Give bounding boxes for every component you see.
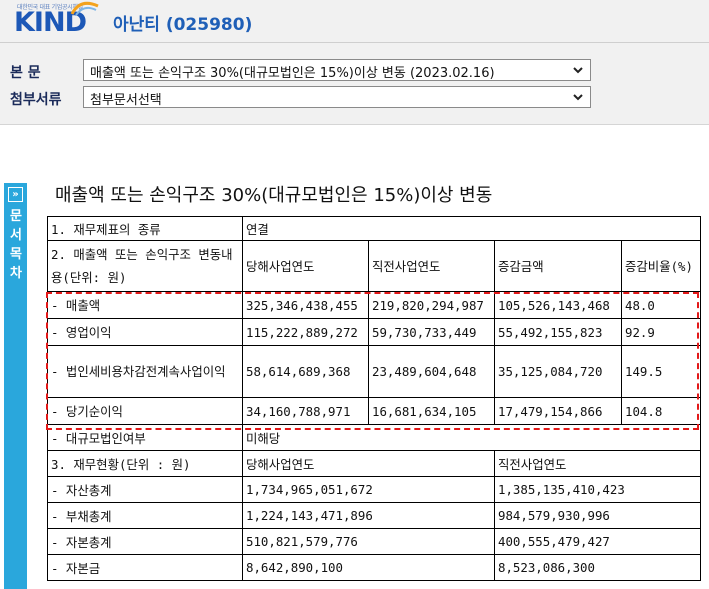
table-header-cell: 증감비율(%) [621, 240, 701, 292]
table-cell-value: 8,642,890,100 [242, 554, 495, 581]
table-cell-label: 3. 재무현황(단위 : 원) [47, 450, 243, 477]
table-row: 1. 재무제표의 종류 연결 [47, 216, 701, 241]
table-cell-value: 105,526,143,468 [494, 291, 622, 319]
attachment-label: 첨부서류 [10, 92, 62, 108]
table-cell-label: - 영업이익 [47, 318, 243, 346]
table-cell-value: 48.0 [621, 291, 701, 319]
table-cell-value: 59,730,733,449 [368, 318, 495, 346]
table-cell-value: 8,523,086,300 [494, 554, 701, 581]
table-cell-value: 325,346,438,455 [242, 291, 369, 319]
header-divider [0, 42, 709, 43]
table-row: - 당기순이익 34,160,788,971 16,681,634,105 17… [47, 397, 701, 425]
table-cell-label: - 자본총계 [47, 528, 243, 555]
table-cell-label: - 부채총계 [47, 502, 243, 529]
table-row: - 매출액 325,346,438,455 219,820,294,987 10… [47, 291, 701, 319]
table-cell-value: 34,160,788,971 [242, 397, 369, 425]
table-cell-label: - 매출액 [47, 291, 243, 319]
table-cell-value: 115,222,889,272 [242, 318, 369, 346]
table-cell-value: 984,579,930,996 [494, 502, 701, 529]
table-cell-label: - 자본금 [47, 554, 243, 581]
table-cell-value: 연결 [242, 216, 701, 241]
table-row: - 부채총계 1,224,143,471,896 984,579,930,996 [47, 502, 701, 529]
attachment-select-value: 첨부문서선택 [90, 93, 162, 108]
table-cell-value: 16,681,634,105 [368, 397, 495, 425]
table-cell-value: 1,734,965,051,672 [242, 476, 495, 503]
table-header-cell: 직전사업연도 [494, 450, 701, 477]
table-cell-value: 510,821,579,776 [242, 528, 495, 555]
table-cell-label: - 자산총계 [47, 476, 243, 503]
table-cell-label: 2. 매출액 또는 손익구조 변동내용(단위: 원) [47, 240, 243, 292]
table-cell-label: - 당기순이익 [47, 397, 243, 425]
table-cell-value: 219,820,294,987 [368, 291, 495, 319]
top-bar: 대한민국 대표 기업공시채널 KIND 아난티 (025980) 본 문 매출액… [0, 0, 709, 125]
table-header-cell: 증감금액 [494, 240, 622, 292]
table-row: - 법인세비용차감전계속사업이익 58,614,689,368 23,489,6… [47, 345, 701, 398]
table-cell-value: 35,125,084,720 [494, 345, 622, 398]
table-cell-value: 23,489,604,648 [368, 345, 495, 398]
table-cell-value: 58,614,689,368 [242, 345, 369, 398]
table-header-cell: 당해사업연도 [242, 450, 495, 477]
table-row: - 자본금 8,642,890,100 8,523,086,300 [47, 554, 701, 581]
chevron-down-icon [573, 94, 583, 101]
table-cell-value: 92.9 [621, 318, 701, 346]
table-cell-value: 1,224,143,471,896 [242, 502, 495, 529]
table-row: - 자본총계 510,821,579,776 400,555,479,427 [47, 528, 701, 555]
table-header-cell: 당해사업연도 [242, 240, 369, 292]
table-row: 3. 재무현황(단위 : 원) 당해사업연도 직전사업연도 [47, 450, 701, 477]
disclosure-table: 1. 재무제표의 종류 연결 2. 매출액 또는 손익구조 변동내용(단위: 원… [47, 216, 701, 581]
table-cell-label: - 법인세비용차감전계속사업이익 [47, 345, 243, 398]
table-row: 2. 매출액 또는 손익구조 변동내용(단위: 원) 당해사업연도 직전사업연도… [47, 240, 701, 292]
double-chevron-right-icon: » [8, 187, 23, 202]
table-row: - 자산총계 1,734,965,051,672 1,385,135,410,4… [47, 476, 701, 503]
table-row: - 영업이익 115,222,889,272 59,730,733,449 55… [47, 318, 701, 346]
toc-toggle-button[interactable]: » 문서목차 [4, 183, 27, 589]
table-header-cell: 직전사업연도 [368, 240, 495, 292]
table-cell-value: 1,385,135,410,423 [494, 476, 701, 503]
table-cell-label: - 대규모법인여부 [47, 424, 243, 451]
kind-logo[interactable]: 대한민국 대표 기업공시채널 KIND [8, 0, 100, 38]
main-doc-label: 본 문 [10, 65, 41, 81]
main-doc-select[interactable]: 매출액 또는 손익구조 30%(대규모법인은 15%)이상 변동 (2023.0… [83, 59, 591, 81]
table-cell-value: 104.8 [621, 397, 701, 425]
main-doc-select-value: 매출액 또는 손익구조 30%(대규모법인은 15%)이상 변동 (2023.0… [90, 66, 495, 81]
attachment-select[interactable]: 첨부문서선택 [83, 86, 591, 108]
company-title: 아난티 (025980) [113, 15, 253, 35]
toc-label: 문서목차 [10, 209, 22, 281]
table-cell-label: 1. 재무제표의 종류 [47, 216, 243, 241]
table-cell-value: 400,555,479,427 [494, 528, 701, 555]
table-cell-value: 55,492,155,823 [494, 318, 622, 346]
chevron-down-icon [573, 67, 583, 74]
table-cell-value: 149.5 [621, 345, 701, 398]
document-title: 매출액 또는 손익구조 30%(대규모법인은 15%)이상 변동 [55, 185, 493, 206]
table-cell-value: 미해당 [242, 424, 701, 451]
logo-arc-icon [70, 1, 99, 16]
table-row: - 대규모법인여부 미해당 [47, 424, 701, 451]
table-cell-value: 17,479,154,866 [494, 397, 622, 425]
